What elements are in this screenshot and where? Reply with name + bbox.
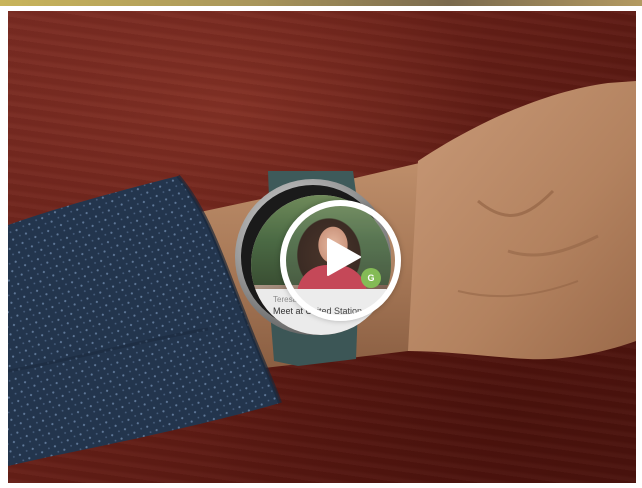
video-player[interactable]: G Teresa Meet at United Station <box>8 11 636 483</box>
play-button[interactable] <box>280 200 401 321</box>
hand <box>408 81 636 360</box>
play-triangle-icon <box>327 238 361 276</box>
top-image-strip <box>0 0 642 6</box>
